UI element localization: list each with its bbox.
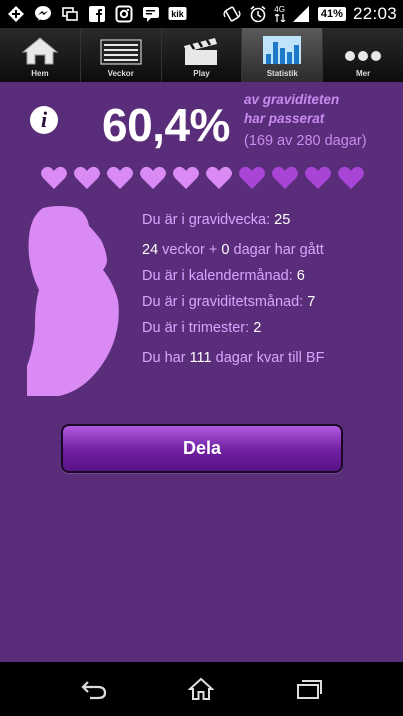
list-icon <box>100 39 142 65</box>
screen-mirror-icon <box>60 5 79 23</box>
heart-progress <box>40 166 365 190</box>
heart-filled-icon <box>107 166 133 189</box>
share-button[interactable]: Dela <box>61 424 343 473</box>
pregnancy-facts: Du är i gravidvecka: 25 24 veckor + 0 da… <box>142 210 324 374</box>
recent-apps-icon <box>297 680 323 699</box>
more-icon <box>345 51 382 61</box>
network-indicator: 4G <box>274 6 285 22</box>
fact-trimester: Du är i trimester: 2 <box>142 320 262 336</box>
bar-chart-icon <box>263 36 302 64</box>
tab-statistik[interactable]: Statistik <box>242 28 324 82</box>
heart-filled-icon <box>206 166 232 189</box>
info-icon: i <box>40 107 48 132</box>
tab-label: Mer <box>355 69 371 78</box>
clapperboard-icon <box>184 38 218 65</box>
svg-text:kik: kik <box>171 9 185 19</box>
tab-play[interactable]: Play <box>162 28 243 82</box>
tab-mer[interactable]: Mer <box>323 28 403 82</box>
tab-hem[interactable]: Hem <box>0 28 81 82</box>
share-button-label: Dela <box>182 438 222 458</box>
status-bar: kik 4G 41% 22:03 <box>0 0 403 28</box>
tab-label: Veckor <box>107 69 134 78</box>
fact-elapsed: 24 veckor + 0 dagar har gått <box>142 242 324 258</box>
fact-days-left: Du har 111 dagar kvar till BF <box>142 350 325 366</box>
tab-label: Statistik <box>266 69 298 78</box>
heart-empty-icon <box>272 166 298 189</box>
recent-apps-button[interactable] <box>289 669 329 709</box>
fact-pregnancy-month: Du är i graviditetsmånad: 7 <box>142 294 316 310</box>
tab-veckor[interactable]: Veckor <box>81 28 162 82</box>
progress-days: (169 av 280 dagar) <box>244 133 367 149</box>
fact-calendar-month: Du är i kalendermånad: 6 <box>142 268 305 284</box>
heart-filled-icon <box>41 166 67 189</box>
fact-week: Du är i gravidvecka: 25 <box>142 212 291 228</box>
vibrate-icon <box>222 5 241 23</box>
system-nav-bar <box>0 662 403 716</box>
back-icon <box>81 681 106 700</box>
progress-caption-line1: av graviditeten <box>244 92 340 107</box>
back-button[interactable] <box>74 669 114 709</box>
heart-filled-icon <box>74 166 100 189</box>
battery-icon: 41% <box>317 7 346 21</box>
progress-caption-line2: har passerat <box>244 111 325 126</box>
pregnant-belly-icon <box>27 206 119 396</box>
tab-bar: Hem Veckor Play Statistik Mer <box>0 28 403 82</box>
messenger-icon <box>33 5 52 23</box>
home-nav-button[interactable] <box>181 669 221 709</box>
alarm-icon <box>248 5 267 23</box>
facebook-icon <box>87 5 106 23</box>
statistics-panel: i 60,4% av graviditeten har passerat (16… <box>0 82 403 662</box>
heart-empty-icon <box>338 166 364 189</box>
progress-percent: 60,4% <box>102 99 230 151</box>
info-button[interactable]: i <box>30 106 58 134</box>
message-icon <box>141 5 160 23</box>
clock: 22:03 <box>352 4 397 23</box>
heart-filled-icon <box>140 166 166 189</box>
signal-icon <box>292 5 311 23</box>
heart-filled-icon <box>173 166 199 189</box>
kik-icon: kik <box>168 5 187 23</box>
tab-label: Hem <box>31 69 49 78</box>
tab-label: Play <box>193 69 210 78</box>
heart-empty-icon <box>239 166 265 189</box>
add-icon <box>6 5 25 23</box>
home-icon <box>188 677 215 700</box>
heart-empty-icon <box>305 166 331 189</box>
home-icon <box>21 37 59 65</box>
instagram-icon <box>114 5 133 23</box>
